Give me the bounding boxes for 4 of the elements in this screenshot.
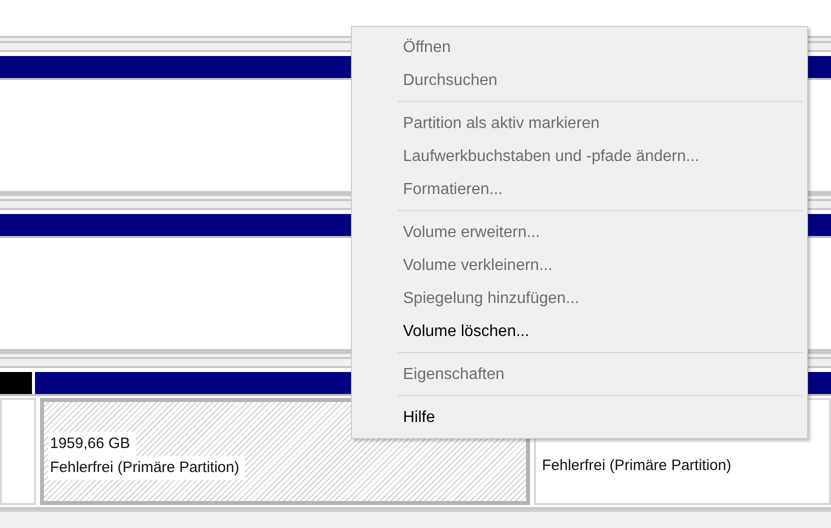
partition-size: 1959,66 GB — [48, 432, 136, 456]
partition-area[interactable] — [0, 398, 36, 505]
menu-item[interactable]: Volume löschen... — [352, 315, 807, 348]
partition-status: Fehlerfrei (Primäre Partition) — [48, 456, 246, 480]
